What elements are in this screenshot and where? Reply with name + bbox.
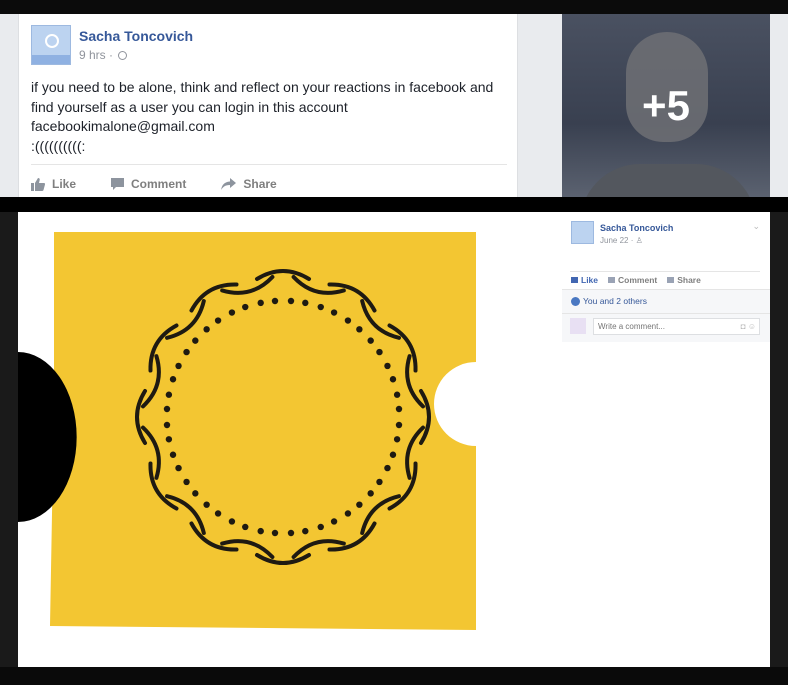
author-avatar[interactable] — [31, 25, 71, 65]
camera-icon[interactable]: ◘ ☺ — [741, 322, 756, 331]
post-line: :((((((((((: — [31, 137, 86, 154]
more-photos-count[interactable]: +5 — [562, 82, 770, 130]
post-time[interactable]: 9 hrs — [79, 48, 106, 62]
author-name[interactable]: Sacha Toncovich — [600, 223, 673, 233]
post-text: if you need to be alone, think and refle… — [31, 78, 511, 156]
post-line: facebookimalone@gmail.com — [31, 118, 215, 134]
like-badge-icon — [571, 296, 580, 306]
viewer-bottom-strip — [0, 667, 788, 685]
author-avatar[interactable] — [571, 221, 594, 244]
chevron-down-icon[interactable]: ⌄ — [752, 221, 760, 232]
share-icon — [221, 178, 237, 190]
viewer-top-strip — [0, 197, 788, 212]
photo-actions: Like Comment Share — [571, 275, 711, 285]
post-line: if you need to be alone, think and refle… — [31, 79, 494, 95]
thumbs-up-icon — [31, 177, 45, 191]
comment-icon — [111, 178, 125, 190]
share-label: Share — [677, 275, 701, 285]
photo-viewer: Sacha Toncovich June 22 · ♙ ⌄ Like Comme… — [18, 212, 770, 667]
author-name[interactable]: Sacha Toncovich — [79, 28, 193, 44]
comment-icon — [608, 277, 616, 283]
like-button[interactable]: Like — [31, 174, 76, 194]
comment-label: Comment — [131, 177, 187, 191]
user-avatar — [570, 318, 586, 334]
post-actions: Like Comment Share — [31, 174, 312, 194]
post-card: Sacha Toncovich 9 hrs · if you need to b… — [18, 14, 518, 197]
share-icon — [667, 277, 675, 283]
globe-icon[interactable] — [118, 51, 128, 60]
more-photos-thumbnail[interactable]: +5 — [562, 14, 770, 197]
smiley-ring-image — [18, 232, 476, 630]
reactions-panel: You and 2 others ◘ ☺ — [562, 289, 770, 342]
photo-date[interactable]: June 22 · ♙ — [600, 236, 643, 245]
share-button[interactable]: Share — [221, 174, 277, 194]
thumbs-up-icon — [571, 277, 578, 283]
top-bar — [0, 0, 788, 14]
photo-sidebar: Sacha Toncovich June 22 · ♙ ⌄ Like Comme… — [562, 212, 770, 342]
comment-label: Comment — [618, 275, 658, 285]
yellow-card — [50, 232, 476, 630]
likes-summary[interactable]: You and 2 others — [571, 296, 647, 306]
comment-button[interactable]: Comment — [608, 275, 657, 285]
divider — [562, 313, 770, 314]
divider — [31, 164, 507, 165]
like-button[interactable]: Like — [571, 275, 598, 285]
photo[interactable] — [18, 212, 558, 667]
photo-date-text[interactable]: June 22 — [600, 236, 628, 245]
comment-button[interactable]: Comment — [111, 174, 186, 194]
share-button[interactable]: Share — [667, 275, 701, 285]
comment-input[interactable] — [593, 318, 760, 335]
likes-text[interactable]: You and 2 others — [583, 296, 647, 306]
meta-separator: · — [630, 236, 634, 245]
like-label: Like — [581, 275, 599, 285]
like-label: Like — [52, 177, 77, 191]
post-line: find yourself as a user you can login in… — [31, 98, 348, 115]
divider — [570, 271, 760, 272]
post-timestamp[interactable]: 9 hrs · — [79, 48, 128, 62]
share-label: Share — [243, 177, 277, 191]
people-icon: ♙ — [635, 236, 643, 245]
meta-separator: · — [109, 48, 114, 62]
